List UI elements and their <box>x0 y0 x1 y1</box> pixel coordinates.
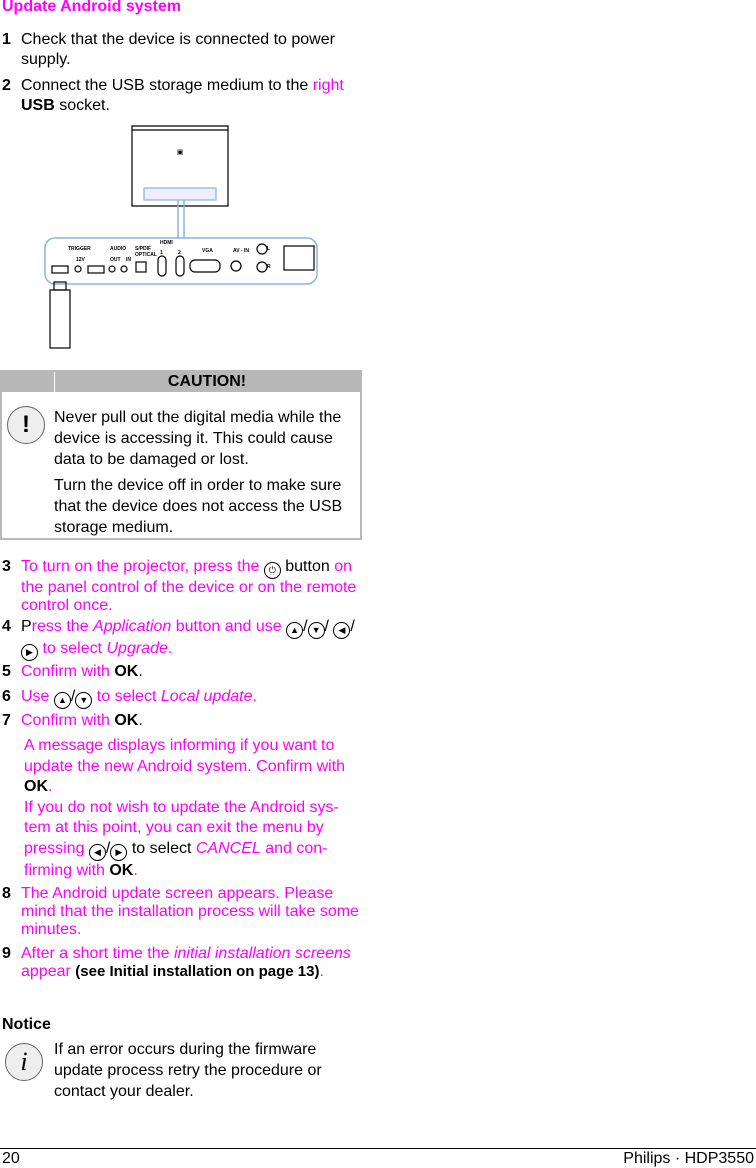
step-number: 7 <box>2 712 11 729</box>
cancel-label: CANCEL <box>195 839 261 857</box>
up-arrow-icon: ▲ <box>53 692 71 709</box>
application-label: Application <box>93 618 172 635</box>
svg-text:12V: 12V <box>76 257 86 263</box>
step-text: . <box>138 663 143 680</box>
step-4: 4 Press the Application button and use ▲ /… <box>2 617 362 661</box>
svg-text:AUDIO: AUDIO <box>110 246 126 252</box>
ok-label: OK <box>114 712 139 729</box>
svg-text:TRIGGER: TRIGGER <box>68 246 91 252</box>
step-number: 1 <box>2 31 11 48</box>
step-2: 2 Connect the USB storage medium to the r… <box>2 76 362 116</box>
step-7: 7 Confirm with OK. <box>2 712 362 730</box>
svg-text:OPTICAL: OPTICAL <box>135 252 157 258</box>
cross-reference-link[interactable]: (see Initial installation on page 13) <box>75 963 319 980</box>
left-arrow-icon: ◀ <box>333 622 351 639</box>
step-text: to select <box>38 640 107 657</box>
svg-text:2: 2 <box>178 250 181 256</box>
step-text: Check that the device is connected to po… <box>21 31 335 68</box>
emphasis: right <box>312 77 344 94</box>
step-9: 9 After a short time the initial installa… <box>2 945 362 981</box>
manual-page: Update Android system 1 Check that the de… <box>0 0 756 1168</box>
power-icon: ⏻ <box>263 562 281 579</box>
step-6: 6 Use ▲ / ▼ to select Local update. <box>2 688 362 709</box>
caution-title: CAUTION! <box>167 373 247 390</box>
step-number: 9 <box>2 945 11 962</box>
exclamation-icon: ! <box>7 406 45 444</box>
step-text: After a short time the <box>21 945 174 962</box>
upgrade-label: Upgrade <box>106 640 168 657</box>
ok-label: OK <box>109 861 134 879</box>
usb-connection-illustration: ▣ TRIGGER12VAUDIOOUT IN S/PDIFOPTICALHDMI… <box>44 125 318 349</box>
step-number: 6 <box>2 688 11 705</box>
step-3: 3 To turn on the projector, press the ⏻ b… <box>2 558 362 615</box>
step-text: Use <box>21 688 54 705</box>
step-text: button and use <box>171 618 287 635</box>
step-number: 4 <box>2 618 11 635</box>
step-text: The Android update screen appears. Pleas… <box>21 885 359 938</box>
svg-text:AV - IN: AV - IN <box>233 248 249 254</box>
step-8: 8 The Android update screen appears. Plea… <box>2 885 362 939</box>
up-arrow-icon: ▲ <box>286 622 304 639</box>
right-arrow-icon: ▶ <box>110 843 128 861</box>
step-text: . <box>252 688 257 705</box>
svg-text:R: R <box>267 264 271 270</box>
svg-text:VGA: VGA <box>202 248 213 254</box>
local-update-label: Local update <box>160 688 253 705</box>
ok-label: OK <box>114 663 139 680</box>
step-text: . <box>319 963 324 980</box>
note-text: . <box>48 778 53 795</box>
footer: 20 Philips · HDP3550 <box>0 1148 756 1167</box>
step-text: button <box>280 558 330 575</box>
step-text: To turn on the projector, press the <box>21 558 264 575</box>
notice-text: If an error occurs during the firmware u… <box>54 1041 322 1100</box>
svg-text:1: 1 <box>160 250 163 256</box>
step-text: Connect the USB storage medium to the <box>21 77 313 94</box>
left-arrow-icon: ◀ <box>88 843 106 861</box>
step-number: 3 <box>2 558 11 575</box>
notice-title: Notice <box>2 1016 51 1033</box>
note-text: to select <box>127 839 196 857</box>
step-text: ress the <box>31 618 94 635</box>
down-arrow-icon: ▼ <box>307 622 325 639</box>
step-text: . <box>138 712 143 729</box>
note-text: A message displays informing if you want… <box>24 737 346 775</box>
step-7-note: A message displays informing if you want… <box>24 737 346 879</box>
step-text: P <box>21 618 32 635</box>
step-text: socket. <box>54 97 110 114</box>
info-icon: i <box>5 1043 43 1081</box>
product-name: Philips · HDP3550 <box>623 1150 754 1167</box>
logo-mark: ▣ <box>177 149 184 156</box>
step-text: . <box>167 640 173 657</box>
section-heading: Update Android system <box>2 0 181 15</box>
step-1: 1 Check that the device is connected to p… <box>2 30 362 70</box>
caution-paragraph-2: Turn the device off in order to make sur… <box>54 477 343 536</box>
svg-text:HDMI: HDMI <box>160 240 173 246</box>
step-text: appear <box>21 963 76 980</box>
initial-installation-label: initial installation screens <box>173 945 351 962</box>
svg-text:IN: IN <box>126 257 131 263</box>
ok-label: OK <box>24 778 48 795</box>
note-text: . <box>133 861 138 879</box>
step-number: 8 <box>2 885 11 902</box>
down-arrow-icon: ▼ <box>75 692 93 709</box>
caution-box: CAUTION! ! Never pull out the digital me… <box>0 370 362 540</box>
caution-paragraph-1: Never pull out the digital media while t… <box>54 409 342 468</box>
step-text: Confirm with <box>21 712 115 729</box>
page-number: 20 <box>2 1150 20 1167</box>
step-text: to select <box>92 688 161 705</box>
step-number: 2 <box>2 77 11 94</box>
right-arrow-icon: ▶ <box>21 644 38 661</box>
step-text: Confirm with <box>21 663 115 680</box>
svg-text:OUT: OUT <box>110 257 121 263</box>
step-5: 5 Confirm with OK. <box>2 663 362 681</box>
step-number: 5 <box>2 663 11 680</box>
usb-label: USB <box>21 97 55 114</box>
